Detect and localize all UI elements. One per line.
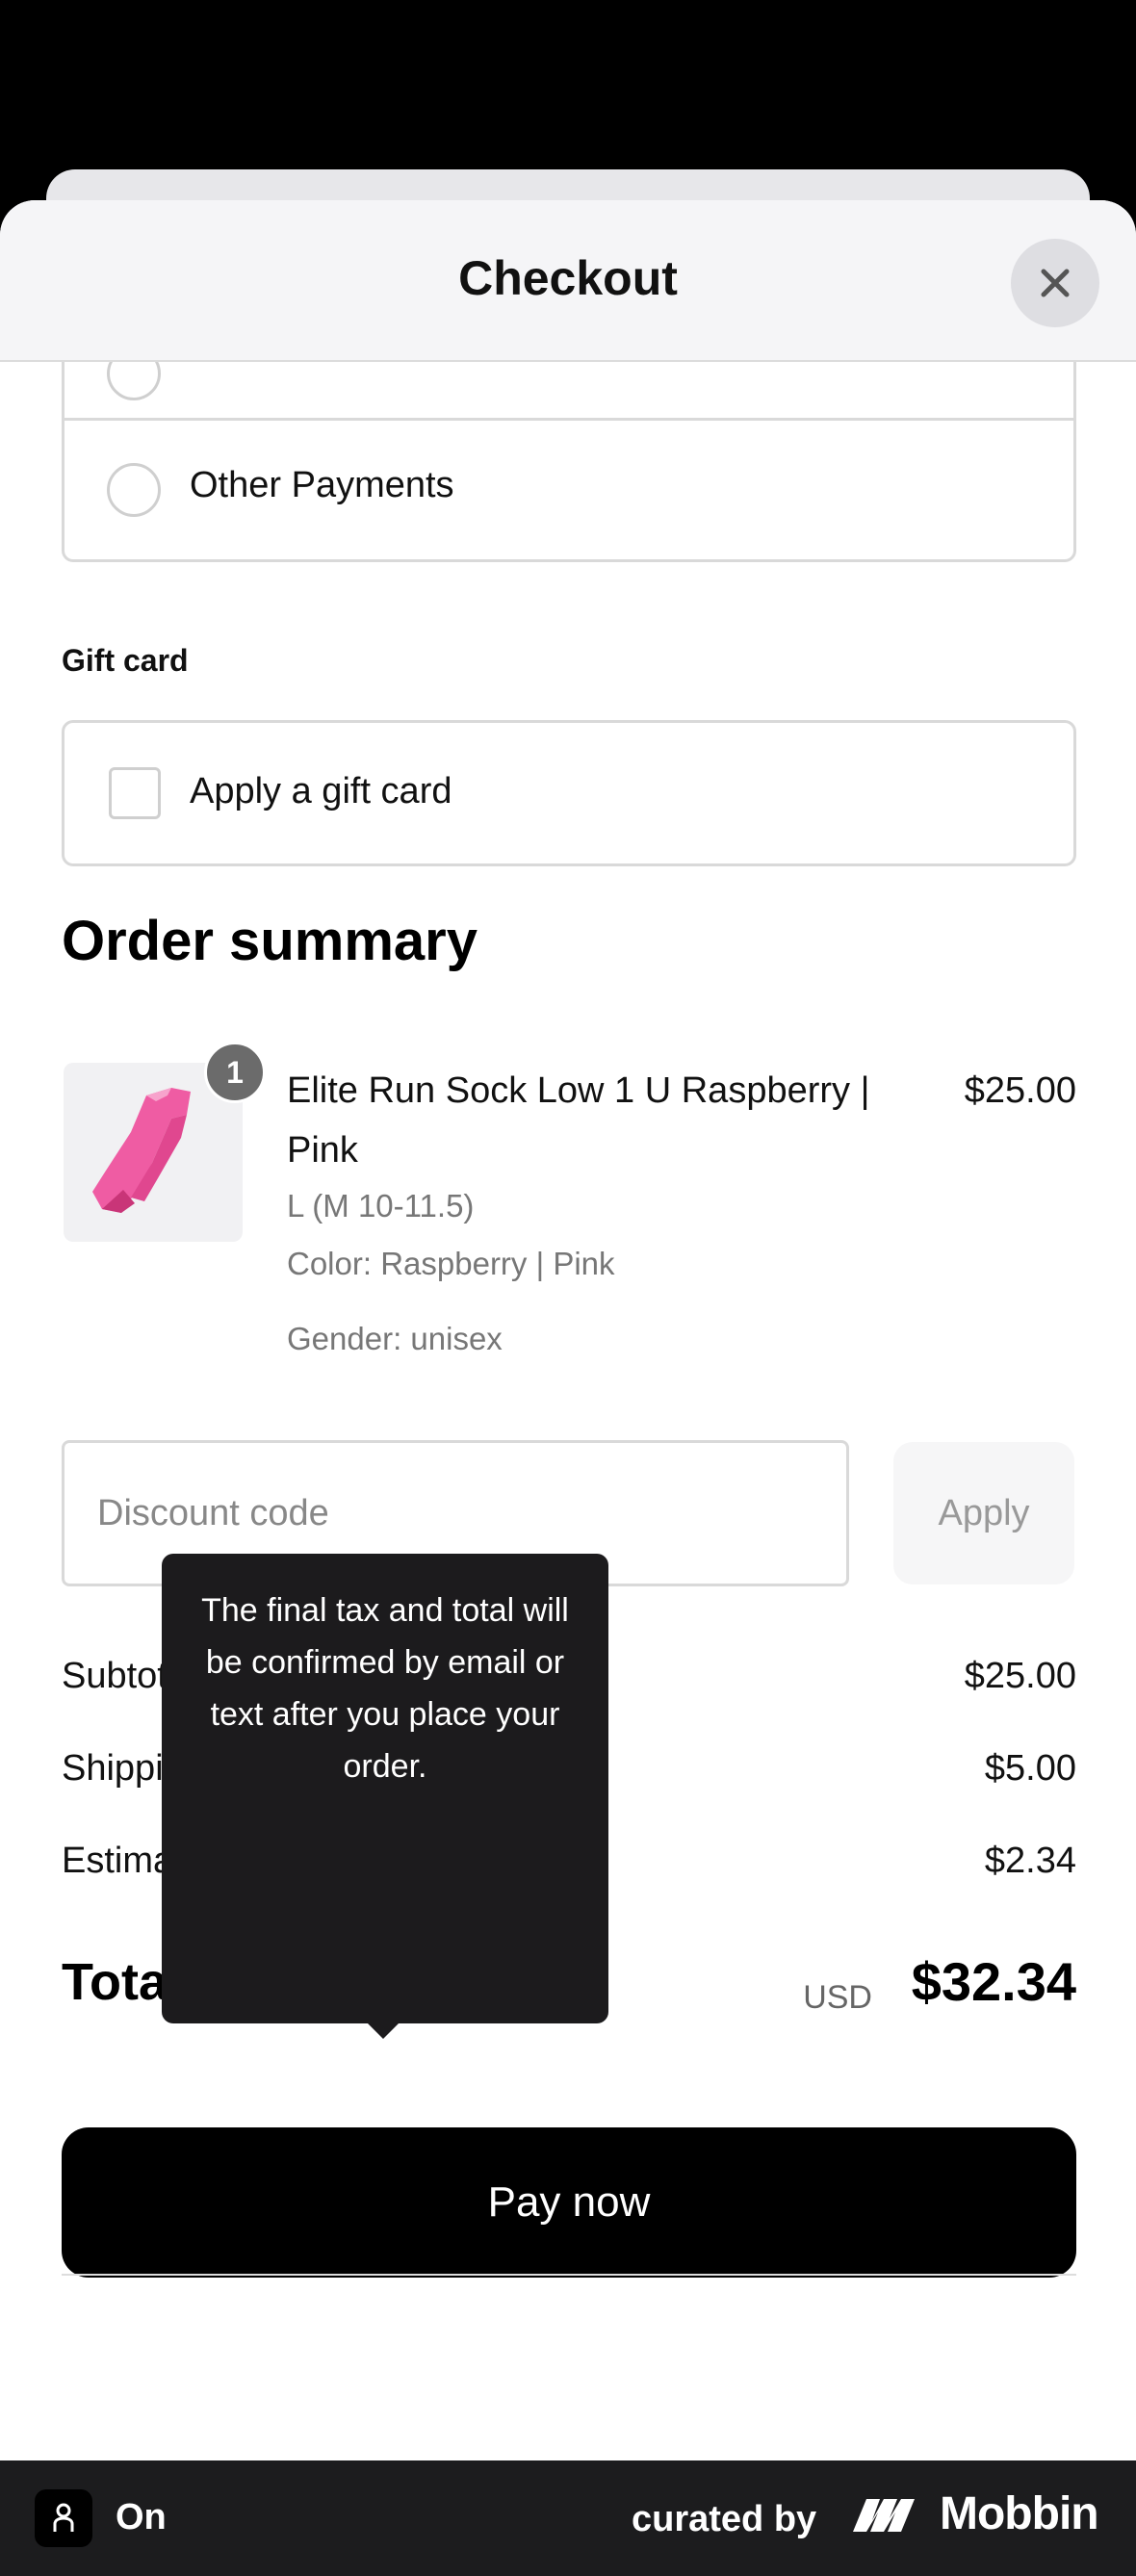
gift-card-checkbox[interactable]: [109, 767, 161, 819]
total-currency: USD: [803, 1979, 872, 2016]
footer-app-name: On: [116, 2497, 167, 2537]
estimated-taxes-value: $2.34: [984, 1841, 1076, 1881]
status-bar-area: [0, 0, 1136, 173]
subtotal-value: $25.00: [964, 1656, 1076, 1696]
quantity-badge: 1: [204, 1042, 266, 1103]
product-name: Elite Run Sock Low 1 U Raspberry | Pink: [287, 1070, 870, 1171]
app-logo-icon: [35, 2489, 92, 2547]
product-size: L (M 10-11.5): [287, 1188, 475, 1224]
close-button[interactable]: [1011, 239, 1099, 327]
product-color: Color: Raspberry | Pink: [287, 1246, 615, 1281]
footer-brand-name: Mobbin: [940, 2488, 1099, 2539]
gift-card-label: Apply a gift card: [190, 771, 452, 811]
other-payments-label: Other Payments: [190, 465, 454, 505]
apply-discount-button[interactable]: Apply: [893, 1442, 1074, 1584]
order-summary-title: Order summary: [62, 910, 478, 972]
close-icon: [1041, 269, 1070, 297]
pay-now-button[interactable]: Pay now: [62, 2127, 1076, 2278]
product-price: $25.00: [964, 1070, 1076, 1111]
sheet-header: Checkout: [0, 200, 1136, 362]
payment-option-other[interactable]: Other Payments: [62, 418, 1076, 562]
gift-card-heading: Gift card: [62, 643, 189, 678]
mobbin-logo-icon: [853, 2498, 915, 2532]
sheet-title: Checkout: [458, 251, 678, 305]
divider: [62, 2274, 1076, 2276]
product-gender: Gender: unisex: [287, 1321, 503, 1356]
total-value: $32.34: [911, 1951, 1076, 2012]
footer-brand: Mobbin: [851, 2487, 1099, 2540]
taxes-tooltip: The final tax and total will be confirme…: [162, 1554, 608, 2039]
shipping-value: $5.00: [984, 1748, 1076, 1789]
checkout-sheet: Other Payments Gift card Apply a gift ca…: [0, 200, 1136, 2460]
footer-curated-by: curated by: [632, 2499, 817, 2539]
footer-bar: On curated by Mobbin: [0, 2460, 1136, 2576]
gift-card-option[interactable]: Apply a gift card: [62, 720, 1076, 866]
other-payments-radio[interactable]: [107, 463, 161, 517]
